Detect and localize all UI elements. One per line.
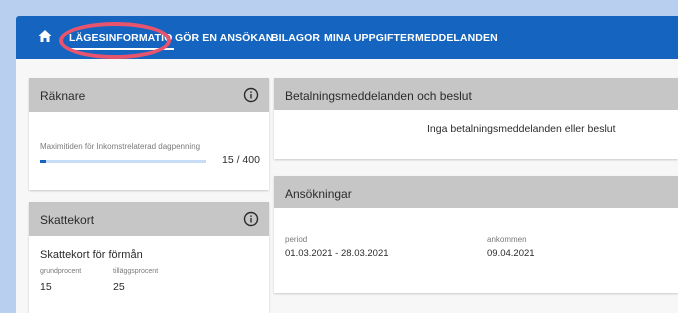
tillaggsprocent-value: 25: [113, 281, 125, 293]
period-label: period: [285, 235, 308, 244]
nav-tab-bilagor[interactable]: BILAGOR: [271, 32, 320, 44]
info-icon[interactable]: [243, 87, 259, 103]
raknare-header: Räknare: [29, 78, 269, 112]
app-window: LÄGESINFORMATIO GÖR EN ANSÖKAN BILAGOR M…: [16, 16, 678, 313]
raknare-title: Räknare: [40, 89, 86, 103]
betalning-title: Betalningsmeddelanden och beslut: [285, 89, 472, 103]
nav-tab-mina-uppgifter[interactable]: MINA UPPGIFTER: [324, 32, 415, 44]
grundprocent-value: 15: [40, 281, 52, 293]
ankommen-value: 09.04.2021: [487, 248, 535, 259]
skattekort-title: Skattekort: [40, 213, 95, 227]
skattekort-card: Skattekort Skattekort för förmån grundpr…: [29, 202, 269, 313]
ansokningar-header: Ansökningar: [274, 176, 678, 208]
nav-tab-gor-en-ansokan[interactable]: GÖR EN ANSÖKAN: [175, 32, 273, 44]
info-icon[interactable]: [243, 211, 259, 227]
skattekort-header: Skattekort: [29, 202, 269, 236]
raknare-counter: 15 / 400: [222, 154, 260, 166]
period-value[interactable]: 01.03.2021 - 28.03.2021: [285, 248, 389, 259]
main-content: Räknare Maximitiden för Inkomstrelaterad…: [16, 59, 678, 313]
ansokningar-title: Ansökningar: [285, 187, 352, 201]
nav-tab-meddelanden[interactable]: MEDDELANDEN: [415, 32, 498, 44]
dagpenning-progress-bar: [40, 160, 206, 163]
tillaggsprocent-label: tilläggsprocent: [113, 268, 159, 275]
skattekort-subtitle: Skattekort för förmån: [40, 249, 143, 261]
ansokningar-card: Ansökningar period 01.03.2021 - 28.03.20…: [274, 176, 678, 293]
betalning-empty-text: Inga betalningsmeddelanden eller beslut: [427, 123, 616, 135]
raknare-card: Räknare Maximitiden för Inkomstrelaterad…: [29, 78, 269, 190]
progress-fill: [40, 160, 47, 163]
highlight-circle: [59, 22, 171, 59]
betalning-card: Betalningsmeddelanden och beslut Inga be…: [274, 78, 678, 159]
ankommen-label: ankommen: [487, 235, 527, 244]
betalning-header: Betalningsmeddelanden och beslut: [274, 78, 678, 110]
grundprocent-label: grundprocent: [40, 268, 82, 275]
raknare-label: Maximitiden för Inkomstrelaterad dagpenn…: [40, 142, 201, 151]
home-icon[interactable]: [38, 29, 52, 43]
